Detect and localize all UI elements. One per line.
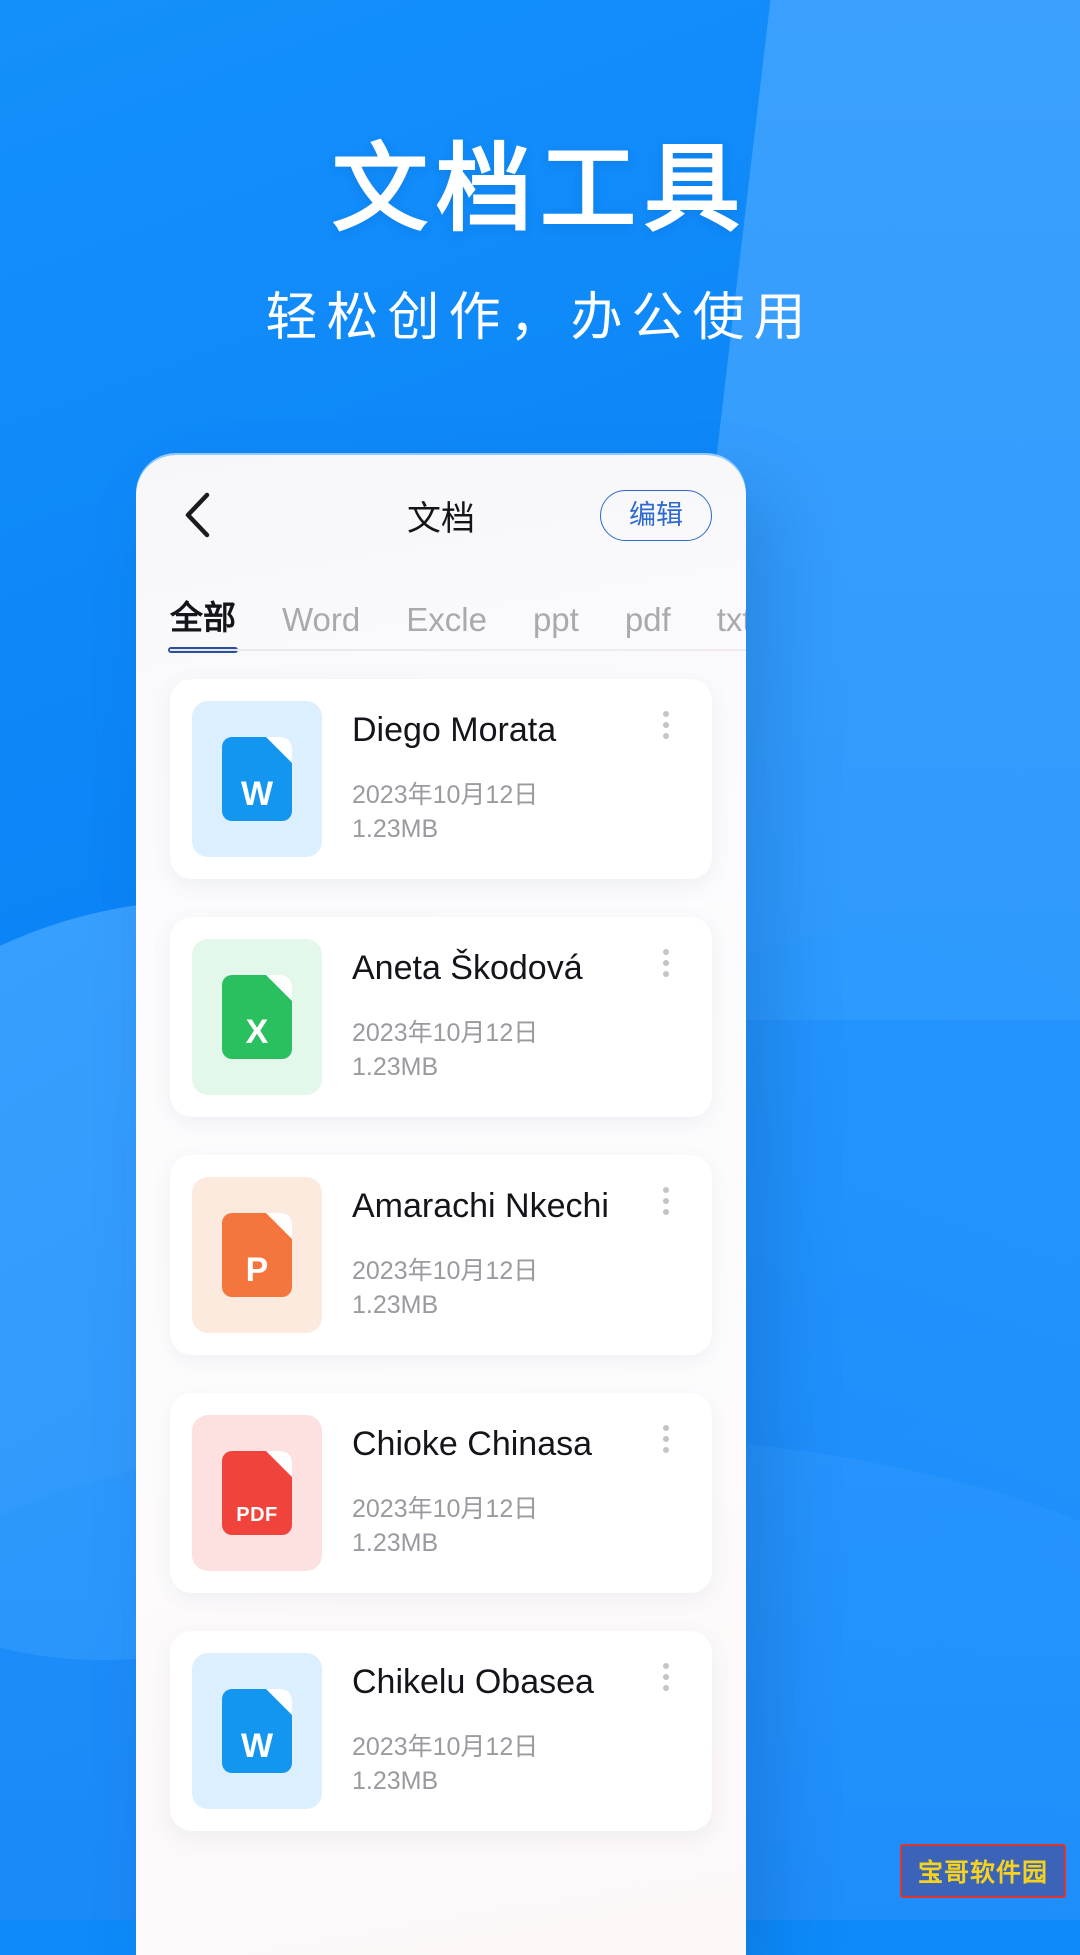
tab-word[interactable]: Word — [282, 601, 360, 653]
document-size: 1.23MB — [352, 1766, 439, 1795]
document-size: 1.23MB — [352, 1052, 439, 1081]
document-card[interactable]: W Chikelu Obasea 2023年10月12日 1.23MB — [170, 1631, 712, 1831]
pdf-file-icon: PDF — [222, 1451, 292, 1535]
word-file-icon: W — [222, 737, 292, 821]
file-type-label: P — [245, 1251, 269, 1289]
tabs-divider — [170, 649, 746, 651]
document-info: Chioke Chinasa 2023年10月12日 1.23MB — [322, 1415, 690, 1571]
hero-section: 文档工具 轻松创作，办公使用 — [0, 136, 1080, 350]
app-navbar: 文档 编辑 — [136, 455, 746, 575]
tab-pdf[interactable]: pdf — [625, 601, 671, 653]
more-vertical-icon[interactable] — [646, 943, 686, 983]
watermark: 宝哥软件园 — [899, 1844, 1066, 1898]
chevron-left-icon — [183, 492, 211, 538]
document-card[interactable]: X Aneta Škodová 2023年10月12日 1.23MB — [170, 917, 712, 1117]
phone-mockup: 文档 编辑 全部 Word Excle ppt pdf txt W Diego M… — [136, 455, 746, 1955]
more-vertical-icon[interactable] — [646, 1419, 686, 1459]
document-info: Amarachi Nkechi 2023年10月12日 1.23MB — [322, 1177, 690, 1333]
more-vertical-icon[interactable] — [646, 705, 686, 745]
document-thumbnail: W — [192, 701, 322, 857]
document-info: Aneta Škodová 2023年10月12日 1.23MB — [322, 939, 690, 1095]
tab-all[interactable]: 全部 — [168, 591, 238, 653]
more-vertical-icon[interactable] — [646, 1657, 686, 1697]
document-name: Chikelu Obasea — [352, 1662, 594, 1701]
document-thumbnail: P — [192, 1177, 322, 1333]
document-info: Diego Morata 2023年10月12日 1.23MB — [322, 701, 690, 857]
page-subtitle: 轻松创作，办公使用 — [265, 288, 815, 347]
file-type-label: X — [245, 1013, 269, 1051]
document-size: 1.23MB — [352, 1290, 439, 1319]
document-thumbnail: W — [192, 1653, 322, 1809]
document-name: Aneta Škodová — [352, 948, 583, 987]
page-title: 文档工具 — [332, 136, 748, 243]
document-date: 2023年10月12日 — [352, 1018, 539, 1047]
document-name: Diego Morata — [352, 710, 557, 749]
tab-txt[interactable]: txt — [717, 601, 746, 653]
document-date: 2023年10月12日 — [352, 1256, 539, 1285]
file-type-label: PDF — [236, 1504, 278, 1526]
document-name: Amarachi Nkechi — [352, 1186, 609, 1225]
file-type-label: W — [240, 775, 274, 813]
tab-ppt[interactable]: ppt — [533, 601, 579, 653]
document-size: 1.23MB — [352, 814, 439, 843]
filter-tabs: 全部 Word Excle ppt pdf txt — [136, 575, 746, 653]
document-card[interactable]: P Amarachi Nkechi 2023年10月12日 1.23MB — [170, 1155, 712, 1355]
document-name: Chioke Chinasa — [352, 1424, 593, 1463]
more-vertical-icon[interactable] — [646, 1181, 686, 1221]
document-date: 2023年10月12日 — [352, 780, 539, 809]
document-size: 1.23MB — [352, 1528, 439, 1557]
tab-excle[interactable]: Excle — [406, 601, 487, 653]
document-date: 2023年10月12日 — [352, 1732, 539, 1761]
powerpoint-file-icon: P — [222, 1213, 292, 1297]
excel-file-icon: X — [222, 975, 292, 1059]
file-type-label: W — [240, 1727, 274, 1765]
word-file-icon: W — [222, 1689, 292, 1773]
document-card[interactable]: PDF Chioke Chinasa 2023年10月12日 1.23MB — [170, 1393, 712, 1593]
document-thumbnail: PDF — [192, 1415, 322, 1571]
document-card[interactable]: W Diego Morata 2023年10月12日 1.23MB — [170, 679, 712, 879]
document-date: 2023年10月12日 — [352, 1494, 539, 1523]
document-list: W Diego Morata 2023年10月12日 1.23MB X Aneta Ško… — [136, 653, 746, 1831]
document-thumbnail: X — [192, 939, 322, 1095]
edit-button[interactable]: 编辑 — [600, 489, 712, 541]
back-button[interactable] — [170, 488, 224, 542]
document-info: Chikelu Obasea 2023年10月12日 1.23MB — [322, 1653, 690, 1809]
